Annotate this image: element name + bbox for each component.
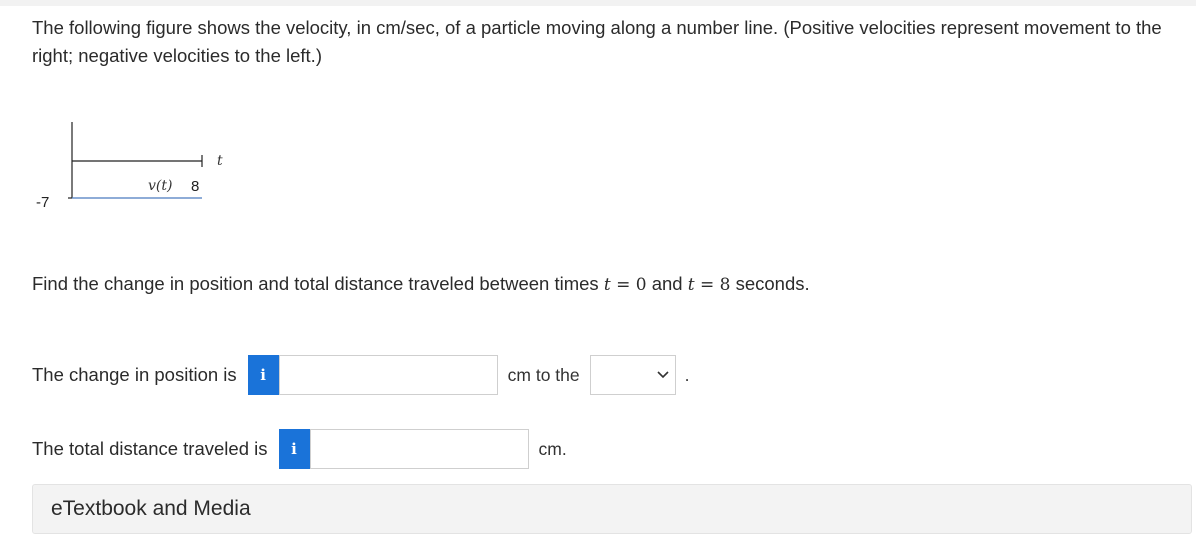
total-distance-input[interactable] — [309, 429, 529, 469]
t2-value: 8 — [719, 275, 731, 295]
t2-var: t — [687, 275, 695, 295]
info-icon[interactable]: i — [247, 355, 279, 395]
t1-var: t — [603, 275, 611, 295]
t1-value: 0 — [635, 275, 647, 295]
chevron-down-icon — [657, 371, 669, 379]
change-in-position-label: The change in position is — [32, 364, 237, 385]
total-distance-label: The total distance traveled is — [32, 438, 268, 459]
info-icon[interactable]: i — [278, 429, 310, 469]
problem-statement: The following figure shows the velocity,… — [32, 17, 1162, 66]
t-axis-label: t — [217, 153, 223, 169]
question-prefix: Find the change in position and total di… — [32, 273, 604, 294]
distance-units-label: cm. — [538, 438, 567, 459]
top-strip — [0, 0, 1196, 6]
x-value-label: 8 — [191, 178, 199, 195]
change-in-position-row: The change in position is i cm to the . — [32, 355, 690, 395]
velocity-graph: t v(t) 8 -7 — [36, 122, 223, 211]
t1-equals: = — [616, 275, 631, 295]
and-word: and — [651, 273, 683, 294]
etextbook-label: eTextbook and Media — [51, 497, 251, 520]
end-period: . — [684, 364, 690, 385]
question-page: The following figure shows the velocity,… — [0, 0, 1196, 536]
y-value-label: -7 — [36, 194, 49, 211]
change-units-label: cm to the — [507, 364, 580, 385]
question-prompt: Find the change in position and total di… — [32, 270, 810, 299]
direction-select[interactable] — [589, 355, 676, 395]
velocity-figure: t v(t) 8 -7 — [30, 118, 230, 218]
total-distance-row: The total distance traveled is i cm. — [32, 429, 567, 469]
velocity-label: v(t) — [148, 178, 172, 194]
change-in-position-input[interactable] — [278, 355, 498, 395]
math-t2: t = 8 — [688, 275, 731, 295]
t2-equals: = — [699, 275, 715, 295]
question-suffix: seconds. — [735, 273, 810, 294]
etextbook-and-media-button[interactable]: eTextbook and Media — [32, 484, 1192, 534]
math-t1: t = 0 — [604, 275, 647, 295]
